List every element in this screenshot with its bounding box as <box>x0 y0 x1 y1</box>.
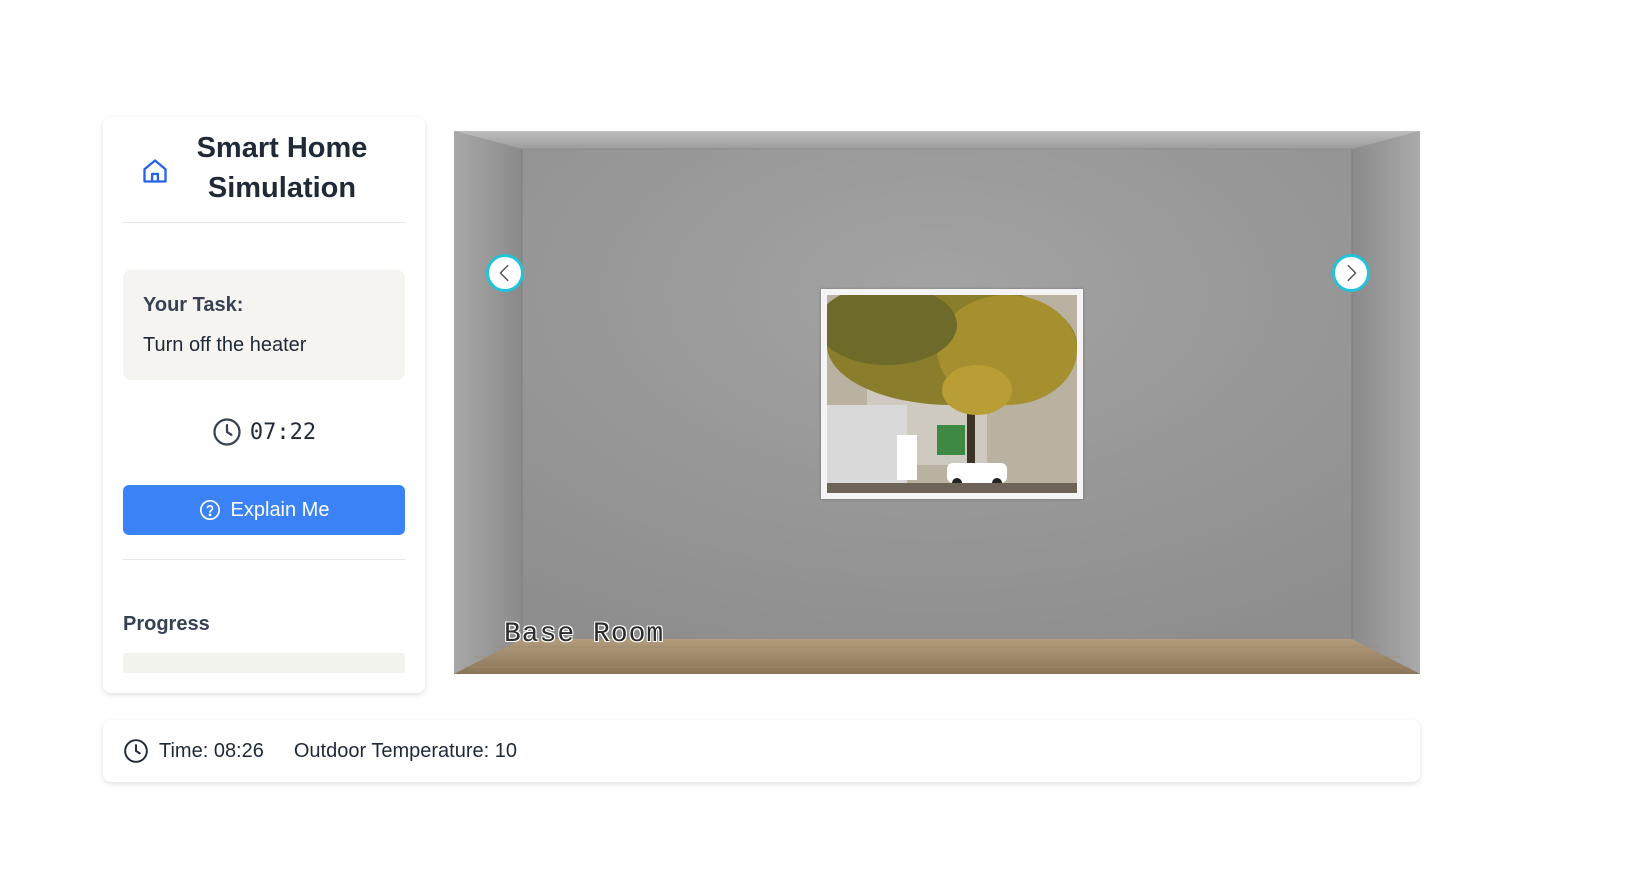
home-icon <box>143 159 167 183</box>
divider <box>123 222 405 223</box>
task-label: Your Task: <box>143 294 244 316</box>
previous-room-button[interactable] <box>486 254 524 292</box>
app-header: Smart Home Simulation <box>123 131 405 205</box>
clock-icon <box>124 739 148 763</box>
chevron-left-icon <box>499 264 509 282</box>
timer-value: 07:22 <box>249 419 317 445</box>
countdown-timer: 07:22 <box>123 415 405 449</box>
progress-bar <box>123 653 405 673</box>
progress-label: Progress <box>123 613 210 635</box>
outdoor-view <box>827 295 1077 493</box>
divider <box>123 559 405 560</box>
simulation-time: Time: 08:26 <box>159 739 264 762</box>
explain-me-label: Explain Me <box>230 498 330 521</box>
help-circle-icon <box>199 500 220 520</box>
outdoor-temperature: Outdoor Temperature: 10 <box>293 739 517 762</box>
sidebar-panel: Smart Home Simulation Your Task: Turn of… <box>103 117 425 693</box>
status-bar: Time: 08:26 Outdoor Temperature: 10 <box>103 720 1420 782</box>
room-window <box>821 289 1083 499</box>
room-view: Base Room <box>454 131 1420 674</box>
clock-icon <box>213 418 241 446</box>
room-name-label: Base Room <box>504 619 665 650</box>
explain-me-button[interactable]: Explain Me <box>123 485 405 535</box>
app-title: Smart Home Simulation <box>196 132 368 204</box>
next-room-button[interactable] <box>1332 254 1370 292</box>
task-card: Your Task: Turn off the heater <box>123 270 405 380</box>
chevron-right-icon <box>1347 264 1357 282</box>
task-description: Turn off the heater <box>143 334 307 356</box>
